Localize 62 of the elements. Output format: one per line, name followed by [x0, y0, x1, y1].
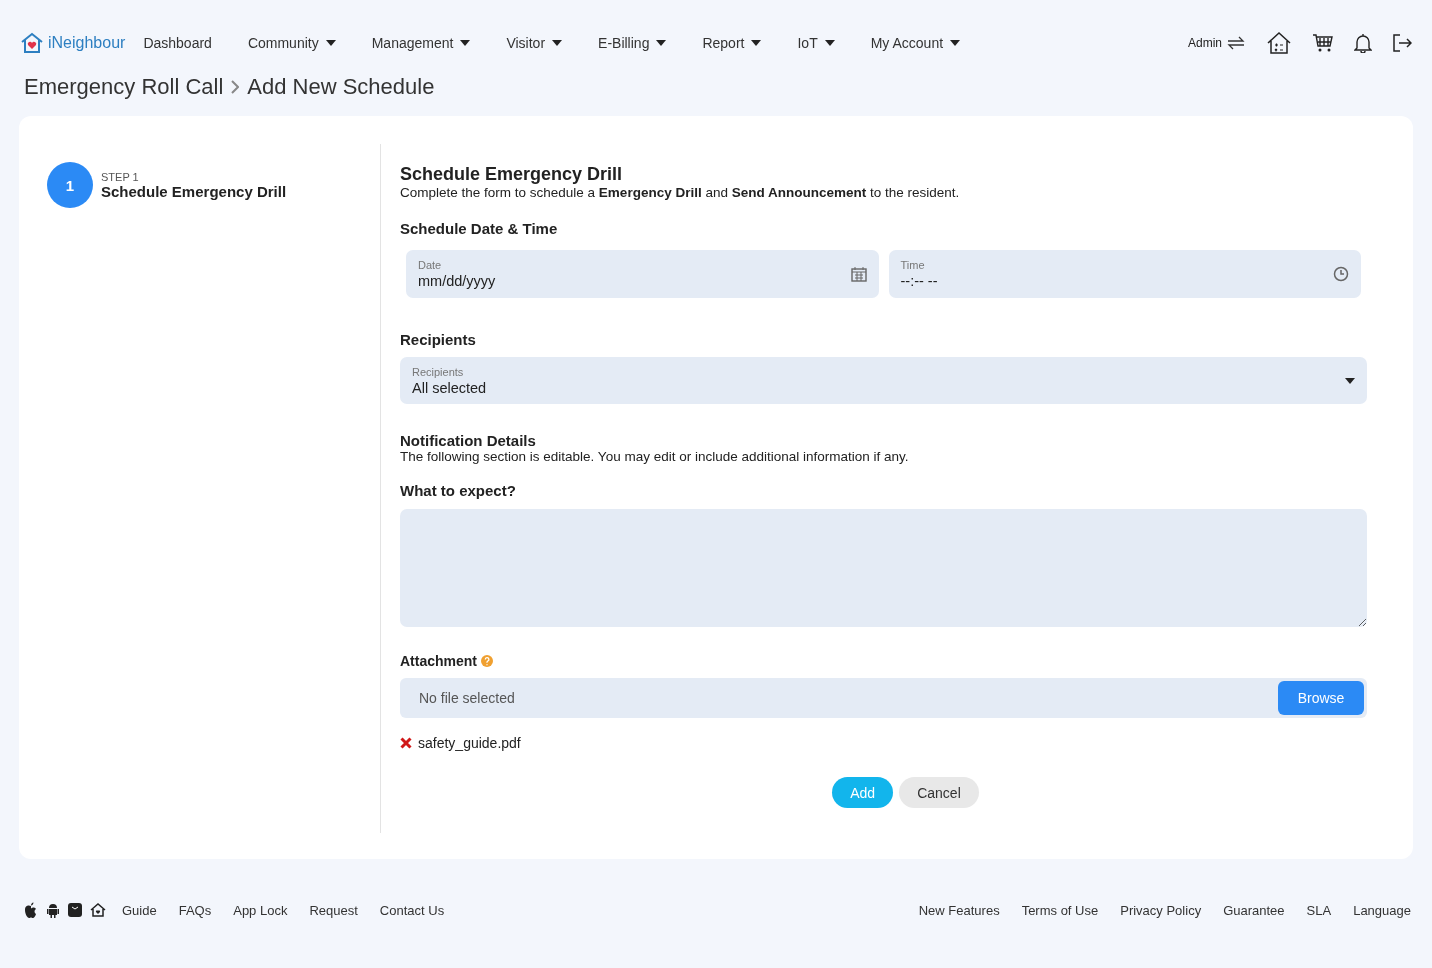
step-label: STEP 1: [101, 170, 140, 183]
footer-link[interactable]: SLA: [1306, 902, 1332, 918]
section-heading: What to expect?: [400, 482, 517, 499]
apple-icon[interactable]: [24, 902, 38, 918]
footer-link[interactable]: Contact Us: [379, 902, 445, 918]
nav-item[interactable]: My Account: [870, 35, 961, 51]
recipients-select[interactable]: Recipients All selected: [400, 357, 1367, 404]
home-icon[interactable]: [90, 903, 106, 917]
footer-link[interactable]: New Features: [918, 902, 1000, 918]
caret-icon: [325, 40, 336, 46]
footer-link[interactable]: Language: [1353, 902, 1411, 918]
nav-item[interactable]: Report: [702, 35, 762, 51]
caret-icon: [656, 40, 667, 46]
file-input[interactable]: No file selected Browse: [400, 678, 1367, 718]
page-title: Add New Schedule: [247, 74, 435, 100]
form-title: Schedule Emergency Drill: [400, 164, 624, 185]
user-role: Admin: [1188, 36, 1222, 50]
caret-icon: [751, 40, 762, 46]
nav-item[interactable]: Community: [247, 35, 336, 51]
time-field[interactable]: Time --:-- --: [888, 250, 1361, 298]
nav-item[interactable]: E-Billing: [598, 35, 667, 51]
caret-icon: [950, 40, 961, 46]
form-intro: Complete the form to schedule a Emergency Drill and Send Announcement to the resident.: [400, 185, 961, 200]
section-heading: Recipients: [400, 331, 477, 348]
section-note: The following section is editable. You may edit or include additional information if any.: [400, 449, 910, 464]
caret-icon: [552, 40, 563, 46]
logo-icon: [20, 32, 44, 54]
caret-icon: [1345, 377, 1355, 384]
section-heading: Attachment: [400, 653, 477, 669]
caret-icon: [460, 40, 471, 46]
nav-item[interactable]: Management: [371, 35, 471, 51]
nav-item[interactable]: Dashboard: [143, 35, 212, 51]
breadcrumb-link[interactable]: Emergency Roll Call: [24, 74, 224, 100]
clock-icon[interactable]: [1333, 266, 1349, 282]
remove-icon[interactable]: [400, 737, 412, 749]
android-icon[interactable]: [46, 902, 60, 918]
footer-link[interactable]: Guide: [122, 902, 157, 918]
step-number: 1: [47, 162, 93, 208]
file-name: safety_guide.pdf: [418, 735, 521, 751]
section-heading: Schedule Date & Time: [400, 220, 559, 237]
calendar-icon[interactable]: [850, 266, 867, 282]
chevron-icon: [231, 80, 240, 94]
footer-link[interactable]: Guarantee: [1223, 902, 1285, 918]
logout-icon[interactable]: [1392, 33, 1412, 53]
cart-icon[interactable]: [1312, 33, 1334, 53]
brand-name[interactable]: iNeighbour: [48, 34, 126, 52]
footer-link[interactable]: Privacy Policy: [1120, 902, 1202, 918]
footer-link[interactable]: FAQs: [178, 902, 212, 918]
footer-link[interactable]: App Lock: [233, 902, 288, 918]
switch-icon[interactable]: [1226, 36, 1246, 50]
bell-icon[interactable]: [1354, 33, 1372, 53]
step-title: Schedule Emergency Drill: [101, 182, 287, 200]
nav-item[interactable]: IoT: [797, 35, 835, 51]
section-heading: Notification Details: [400, 432, 537, 449]
caret-icon: [824, 40, 835, 46]
footer-link[interactable]: Terms of Use: [1021, 902, 1099, 918]
house-icon[interactable]: [1266, 31, 1292, 55]
footer-link[interactable]: Request: [309, 902, 358, 918]
cancel-button[interactable]: Cancel: [899, 777, 979, 808]
store-icon[interactable]: [68, 903, 82, 917]
date-field[interactable]: Date mm/dd/yyyy: [406, 250, 879, 298]
nav-item[interactable]: Visitor: [506, 35, 563, 51]
